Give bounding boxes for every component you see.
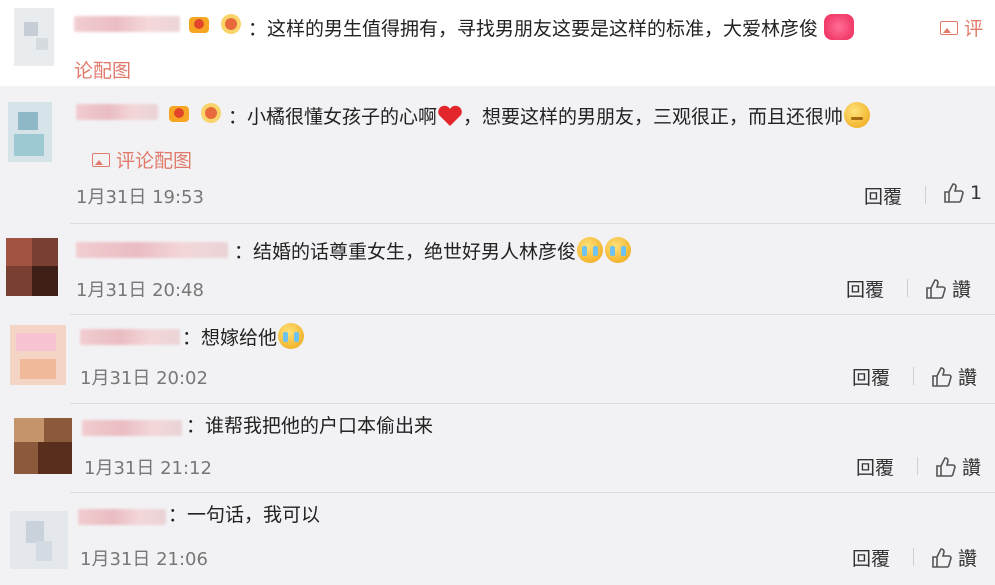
thumbs-up-icon [932, 547, 952, 568]
sun-badge-icon [201, 103, 221, 123]
comment-5: ：谁帮我把他的户口本偷出来 1月31日 21:12 回覆 讚 [0, 404, 995, 492]
comment-6: ：一句话，我可以 1月31日 21:06 回覆 讚 [0, 493, 995, 585]
comment-text: ：结婚的话尊重女生，绝世好男人林彦俊 [234, 237, 632, 264]
view-picture-link-cont[interactable]: 论配图 [74, 56, 131, 83]
thumbs-up-icon [936, 456, 956, 477]
reply-button[interactable]: 回覆 [856, 453, 894, 480]
red-heart-emoji [438, 105, 462, 126]
username[interactable] [80, 329, 180, 345]
avatar[interactable] [10, 511, 68, 569]
avatar[interactable] [6, 238, 58, 296]
divider [925, 186, 926, 204]
comment-text: ：谁帮我把他的户口本偷出来 [186, 415, 434, 437]
username[interactable] [82, 420, 182, 436]
avatar[interactable] [8, 102, 52, 162]
comment-text: ：一句话，我可以 [168, 504, 321, 526]
divider [907, 279, 908, 297]
comment-3: ：结婚的话尊重女生，绝世好男人林彦俊 1月31日 20:48 回覆 讚 [0, 224, 995, 314]
like-button[interactable]: 讚 [930, 544, 977, 571]
reply-button[interactable]: 回覆 [846, 275, 884, 302]
member-badge-icon [169, 106, 189, 122]
username[interactable] [76, 242, 228, 258]
divider [913, 548, 914, 566]
comment-list: ：这样的男生值得拥有，寻找男朋友这要是这样的标准，大爱林彦俊 评 论配图 ：小橘… [0, 0, 995, 585]
view-picture-link[interactable]: 评论配图 [92, 146, 192, 173]
reply-button[interactable]: 回覆 [864, 182, 902, 209]
username[interactable] [76, 104, 158, 120]
avatar[interactable] [14, 418, 72, 474]
picture-icon [940, 20, 958, 35]
picture-icon [92, 152, 110, 167]
divider [917, 457, 918, 475]
thumbs-up-icon [926, 278, 946, 299]
like-button[interactable]: 讚 [934, 453, 981, 480]
comment-1: ：这样的男生值得拥有，寻找男朋友这要是这样的标准，大爱林彦俊 评 论配图 [0, 0, 995, 86]
username[interactable] [78, 509, 166, 525]
timestamp: 1月31日 21:06 [80, 549, 208, 570]
comment-text: ：这样的男生值得拥有，寻找男朋友这要是这样的标准，大爱林彦俊 [248, 14, 855, 41]
avatar[interactable] [10, 325, 66, 385]
heart-hug-emoji [824, 14, 855, 40]
comment-text: ：小橘很懂女孩子的心啊 ，想要这样的男朋友，三观很正，而且还很帅 [228, 102, 871, 129]
comment-text: ：想嫁给他 [182, 323, 305, 350]
like-button[interactable]: 1 [942, 182, 982, 204]
like-button[interactable]: 讚 [924, 275, 971, 302]
sun-badge-icon [221, 14, 241, 34]
member-badge-icon [189, 17, 209, 33]
avatar[interactable] [14, 8, 54, 66]
comment-2: ：小橘很懂女孩子的心啊 ，想要这样的男朋友，三观很正，而且还很帅 评论配图 1月3… [0, 86, 995, 222]
timestamp: 1月31日 19:53 [76, 187, 204, 208]
thinking-emoji [844, 102, 871, 128]
username[interactable] [74, 16, 180, 32]
crying-emoji [577, 237, 604, 263]
timestamp: 1月31日 20:02 [80, 368, 208, 389]
reply-button[interactable]: 回覆 [852, 363, 890, 390]
comment-4: ：想嫁给他 1月31日 20:02 回覆 讚 [0, 315, 995, 403]
view-picture-link[interactable]: 评 [940, 14, 983, 41]
crying-emoji [605, 237, 632, 263]
timestamp: 1月31日 20:48 [76, 280, 204, 301]
thumbs-up-icon [932, 366, 952, 387]
timestamp: 1月31日 21:12 [84, 458, 212, 479]
like-button[interactable]: 讚 [930, 363, 977, 390]
reply-button[interactable]: 回覆 [852, 544, 890, 571]
crying-emoji [278, 323, 305, 349]
divider [913, 367, 914, 385]
thumbs-up-icon [944, 183, 964, 203]
